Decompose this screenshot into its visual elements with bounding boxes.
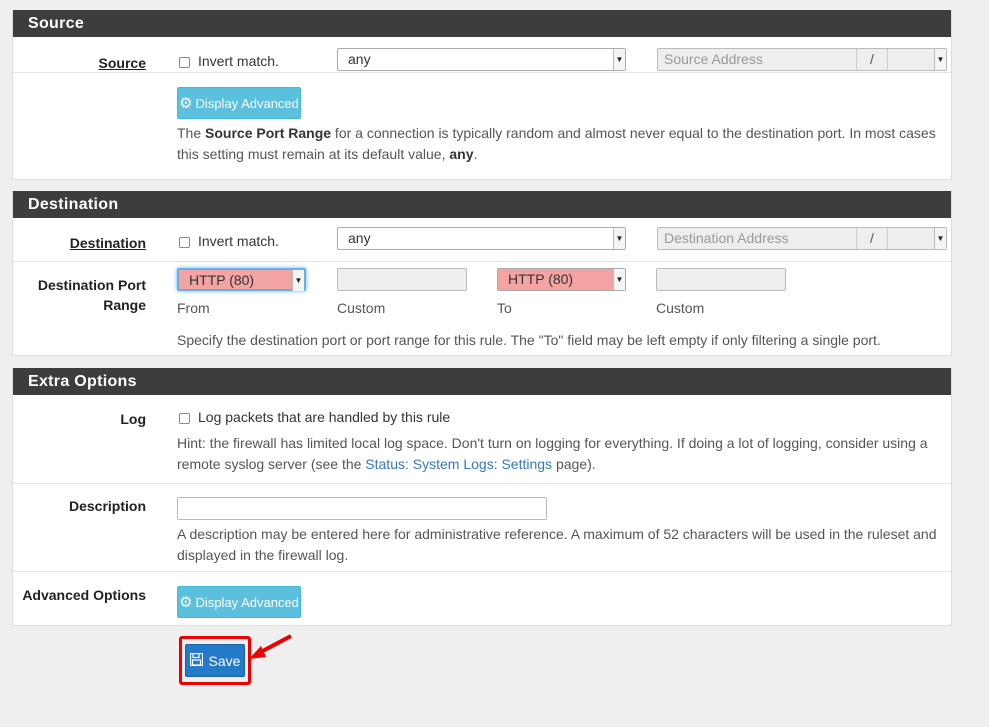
source-type-select[interactable]: any ▼ [337,48,626,71]
gear-icon: ⚙ [179,95,193,112]
destination-port-row: Destination Port Range HTTP (80) ▼ HTTP … [13,262,951,355]
destination-slash: / [856,228,888,249]
destination-address-input[interactable]: Destination Address [658,228,856,249]
checkbox-box[interactable] [179,236,190,248]
system-logs-settings-link[interactable]: Status: System Logs: Settings [365,456,552,472]
chevron-down-icon: ▼ [613,228,625,249]
advanced-options-row: Advanced Options ⚙ Display Advanced [13,572,951,625]
source-row: Source Invert match. any ▼ Source Addres… [13,37,951,73]
destination-invert-label: Invert match. [198,233,279,249]
source-address-group: Source Address / ▼ [657,48,947,71]
destination-label[interactable]: Destination [70,233,146,253]
extra-options-heading: Extra Options [13,368,951,395]
source-invert-label: Invert match. [198,53,279,69]
description-row: Description A description may be entered… [13,484,951,572]
chevron-down-icon: ▼ [292,270,304,291]
source-display-advanced-label: Display Advanced [195,95,299,111]
source-type-value: any [348,51,371,67]
source-panel-heading: Source [13,10,951,37]
destination-subnet-select[interactable]: ▼ [888,228,946,249]
destination-port-label: Destination Port Range [37,277,146,313]
extra-display-advanced-button[interactable]: ⚙ Display Advanced [177,586,301,618]
description-input[interactable] [177,497,547,520]
save-annotation-box: Save [179,636,251,685]
destination-panel-heading: Destination [13,191,951,218]
source-display-advanced-button[interactable]: ⚙ Display Advanced [177,87,301,119]
chevron-down-icon: ▼ [934,49,946,70]
destination-address-group: Destination Address / ▼ [657,227,947,250]
port-to-value: HTTP (80) [508,271,574,287]
source-port-help: The Source Port Range for a connection i… [177,125,936,162]
custom-caption-from: Custom [337,300,386,316]
checkbox-box[interactable] [179,412,190,424]
extra-options-panel: Extra Options Log Log packets that are h… [12,368,952,626]
port-from-value: HTTP (80) [189,272,255,288]
source-advanced-row: ⚙ Display Advanced The Source Port Range… [13,73,951,180]
chevron-down-icon: ▼ [613,49,625,70]
description-label: Description [68,498,146,514]
save-button[interactable]: Save [185,644,245,677]
extra-display-advanced-label: Display Advanced [195,594,299,610]
advanced-options-label: Advanced Options [22,587,146,603]
source-slash: / [856,49,888,70]
log-label: Log [120,411,146,427]
source-label[interactable]: Source [99,53,146,73]
destination-row: Destination Invert match. any ▼ Destinat… [13,218,951,262]
from-caption: From [177,300,210,316]
annotation-arrow-icon [249,634,292,659]
log-checkbox[interactable]: Log packets that are handled by this rul… [179,409,450,425]
source-address-input[interactable]: Source Address [658,49,856,70]
custom-caption-to: Custom [656,300,705,316]
chevron-down-icon: ▼ [613,269,625,290]
save-button-label: Save [208,652,241,669]
destination-port-to-custom[interactable] [656,268,786,291]
log-row: Log Log packets that are handled by this… [13,395,951,484]
destination-type-value: any [348,230,371,246]
checkbox-box[interactable] [179,56,190,68]
source-invert-checkbox[interactable]: Invert match. [179,53,279,69]
destination-port-from-custom[interactable] [337,268,467,291]
gear-icon: ⚙ [179,594,193,611]
chevron-down-icon: ▼ [934,228,946,249]
destination-panel: Destination Destination Invert match. an… [12,191,952,356]
destination-port-to-select[interactable]: HTTP (80) ▼ [497,268,626,291]
log-checkbox-label: Log packets that are handled by this rul… [198,409,451,425]
log-hint: Hint: the firewall has limited local log… [177,435,928,472]
source-panel: Source Source Invert match. any ▼ Source… [12,10,952,180]
destination-port-from-select[interactable]: HTTP (80) ▼ [177,268,306,291]
destination-port-help: Specify the destination port or port ran… [177,332,881,348]
description-help: A description may be entered here for ad… [177,526,937,563]
to-caption: To [497,300,512,316]
floppy-disk-icon [189,652,203,669]
destination-type-select[interactable]: any ▼ [337,227,626,250]
destination-invert-checkbox[interactable]: Invert match. [179,233,279,249]
source-subnet-select[interactable]: ▼ [888,49,946,70]
